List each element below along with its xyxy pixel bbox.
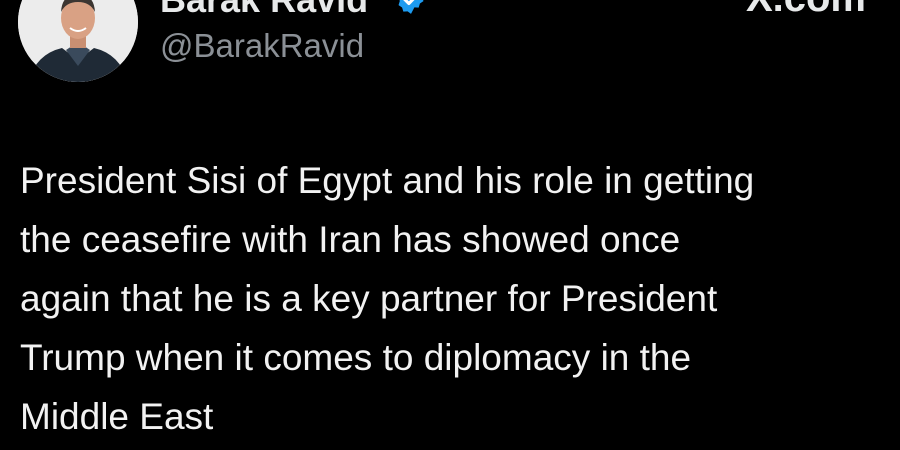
tweet-line: the ceasefire with Iran has showed once [20,219,681,260]
verified-badge-icon [398,0,424,14]
tweet-text: President Sisi of Egypt and his role in … [20,151,880,446]
tweet-card: Barak Ravid @BarakRavid X.com President … [0,0,900,450]
tweet-line: President Sisi of Egypt and his role in … [20,160,755,201]
display-name[interactable]: Barak Ravid [160,0,368,22]
user-handle[interactable]: @BarakRavid [160,26,364,66]
avatar[interactable] [18,0,138,82]
avatar-photo-icon [18,0,138,82]
tweet-line: Trump when it comes to diplomacy in the [20,337,692,378]
source-label: X.com [746,0,866,20]
tweet-line: Middle East [20,396,214,437]
tweet-line: again that he is a key partner for Presi… [20,278,718,319]
